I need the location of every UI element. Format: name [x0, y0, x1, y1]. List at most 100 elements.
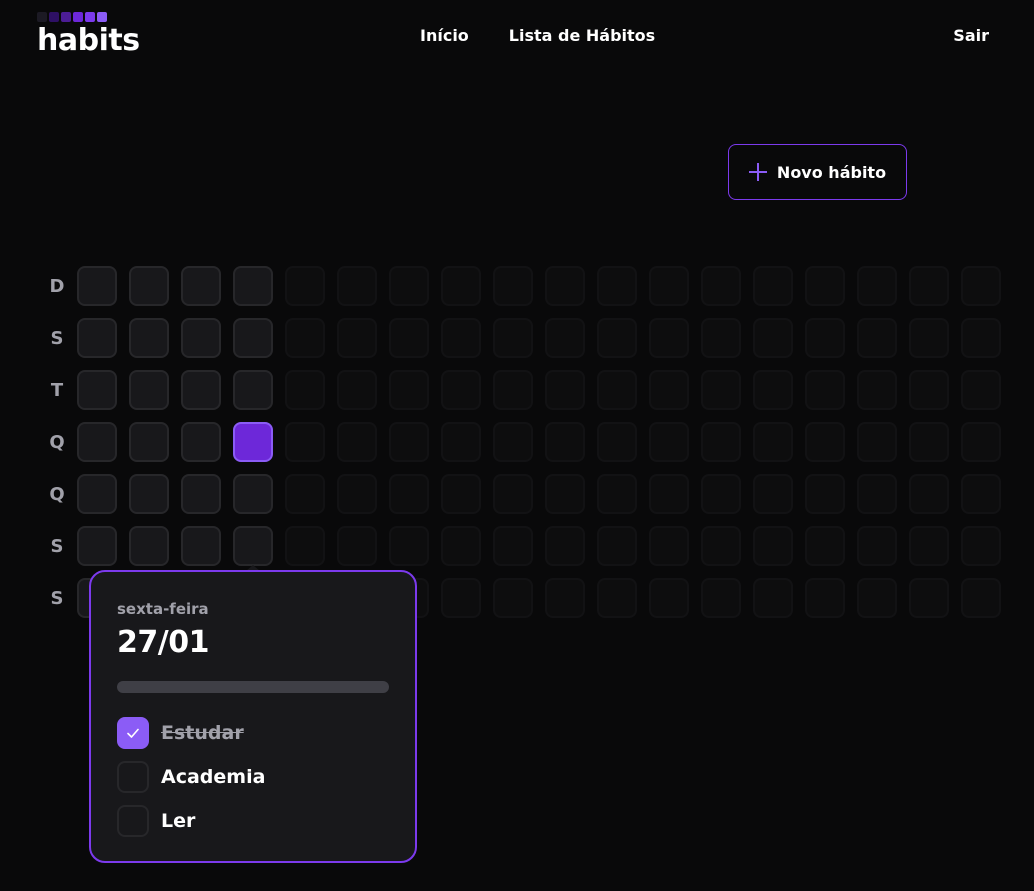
habit-day-cell — [649, 578, 689, 618]
habit-day-cell — [857, 266, 897, 306]
habit-day-cell — [961, 318, 1001, 358]
habit-day-cell — [493, 526, 533, 566]
habit-day-cell[interactable] — [77, 370, 117, 410]
habit-day-cell[interactable] — [77, 318, 117, 358]
habit-day-cell — [545, 578, 585, 618]
habit-day-cell[interactable] — [77, 422, 117, 462]
habit-day-cell[interactable] — [181, 318, 221, 358]
habit-day-cell — [753, 578, 793, 618]
habit-day-cell[interactable] — [233, 370, 273, 410]
habit-day-cell[interactable] — [233, 266, 273, 306]
weekday-label: S — [50, 327, 64, 349]
logout-link[interactable]: Sair — [953, 26, 989, 45]
habit-day-cell — [545, 526, 585, 566]
new-habit-button[interactable]: Novo hábito — [728, 144, 907, 200]
habit-day-cell[interactable] — [233, 474, 273, 514]
habit-day-cell — [285, 370, 325, 410]
nav-link-habit-list[interactable]: Lista de Hábitos — [509, 26, 655, 45]
habit-day-cell[interactable] — [181, 474, 221, 514]
logo-squares — [37, 12, 140, 22]
habit-day-cell — [857, 422, 897, 462]
habit-day-cell[interactable] — [77, 266, 117, 306]
habit-day-cell[interactable] — [129, 526, 169, 566]
habit-day-cell — [909, 474, 949, 514]
habit-day-cell — [857, 474, 897, 514]
habit-day-cell[interactable] — [129, 318, 169, 358]
logo: habits — [37, 12, 140, 56]
habit-day-cell — [493, 422, 533, 462]
habit-day-cell — [597, 526, 637, 566]
logo-square — [73, 12, 83, 22]
weekday-label: S — [50, 535, 64, 557]
habit-day-cell[interactable] — [129, 370, 169, 410]
habit-day-cell — [649, 318, 689, 358]
logo-square — [49, 12, 59, 22]
plus-icon — [748, 163, 767, 181]
habit-day-cell — [701, 422, 741, 462]
habit-day-cell — [597, 474, 637, 514]
habit-day-cell — [389, 318, 429, 358]
habit-label: Estudar — [161, 722, 244, 744]
popover-weekday: sexta-feira — [117, 600, 209, 618]
habit-day-cell[interactable] — [129, 474, 169, 514]
habit-checkbox[interactable] — [117, 717, 149, 749]
habit-day-cell[interactable] — [181, 422, 221, 462]
habit-day-cell — [441, 266, 481, 306]
app-page: habits Início Lista de Hábitos Sair Novo… — [0, 0, 1034, 891]
popover-date: 27/01 — [117, 625, 209, 660]
habit-day-cell — [441, 370, 481, 410]
habit-day-cell[interactable] — [233, 422, 273, 462]
habit-day-cell — [493, 266, 533, 306]
habit-item-ler[interactable]: Ler — [117, 805, 389, 837]
habit-day-cell — [441, 422, 481, 462]
habit-day-cell — [545, 318, 585, 358]
habit-day-cell — [285, 266, 325, 306]
habit-day-cell — [545, 474, 585, 514]
habit-day-cell — [701, 318, 741, 358]
habit-day-cell — [389, 474, 429, 514]
habit-day-cell[interactable] — [181, 370, 221, 410]
habit-day-cell — [649, 422, 689, 462]
habit-day-cell — [961, 422, 1001, 462]
habit-day-cell — [597, 578, 637, 618]
habit-day-cell — [389, 526, 429, 566]
habit-checkbox[interactable] — [117, 805, 149, 837]
habit-day-cell[interactable] — [77, 526, 117, 566]
habit-day-cell — [597, 370, 637, 410]
habit-day-cell — [389, 422, 429, 462]
habit-day-cell[interactable] — [129, 422, 169, 462]
nav-link-home[interactable]: Início — [420, 26, 469, 45]
habit-day-cell — [805, 370, 845, 410]
progress-bar — [117, 681, 389, 693]
habit-day-cell — [909, 526, 949, 566]
habit-day-cell — [493, 474, 533, 514]
habit-day-cell[interactable] — [77, 474, 117, 514]
habit-grid — [77, 266, 1001, 618]
habit-day-cell[interactable] — [181, 526, 221, 566]
habit-day-cell — [285, 318, 325, 358]
habit-day-cell — [701, 266, 741, 306]
habit-checklist: Estudar Academia Ler — [117, 717, 389, 837]
habit-day-cell — [701, 578, 741, 618]
habit-day-cell — [961, 526, 1001, 566]
habit-day-cell — [597, 266, 637, 306]
habit-item-academia[interactable]: Academia — [117, 761, 389, 793]
habit-day-cell[interactable] — [129, 266, 169, 306]
habit-day-cell — [337, 370, 377, 410]
habit-day-cell — [285, 526, 325, 566]
habit-checkbox[interactable] — [117, 761, 149, 793]
habit-day-cell — [805, 422, 845, 462]
habit-day-cell — [805, 578, 845, 618]
habit-day-cell[interactable] — [181, 266, 221, 306]
habit-item-estudar[interactable]: Estudar — [117, 717, 389, 749]
habit-day-cell[interactable] — [233, 318, 273, 358]
habit-label: Academia — [161, 766, 266, 788]
habit-day-cell — [805, 526, 845, 566]
weekday-label: S — [50, 587, 64, 609]
habit-day-cell[interactable] — [233, 526, 273, 566]
new-habit-label: Novo hábito — [776, 162, 887, 182]
habit-day-cell — [337, 422, 377, 462]
weekday-label: D — [49, 275, 65, 297]
habit-day-cell — [389, 370, 429, 410]
habit-label: Ler — [161, 810, 196, 832]
